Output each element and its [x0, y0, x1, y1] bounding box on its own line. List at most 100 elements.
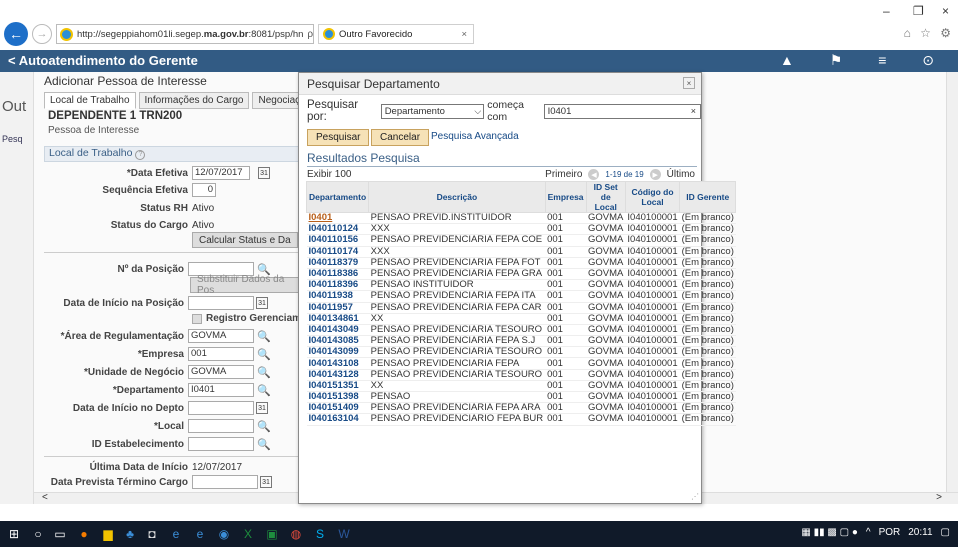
minimize-button[interactable]: – — [883, 4, 890, 18]
scroll-left-icon[interactable]: < — [42, 492, 48, 503]
clock[interactable]: 20:11 — [908, 527, 932, 538]
col-id-set-local[interactable]: ID Set de Local — [585, 181, 626, 213]
col-codigo-local[interactable]: Código do Local — [624, 181, 681, 213]
help-icon[interactable]: ? — [135, 150, 146, 160]
tray-icons[interactable]: ▦ ▮▮ ▩ ▢ ● — [801, 527, 858, 538]
search-button[interactable]: Pesquisar — [307, 129, 370, 146]
table-row[interactable]: I040143128 PENSAO PREVIDENCIARIA TESOURO 0… — [306, 369, 736, 381]
table-row[interactable]: I040118379 PENSAO PREVIDENCIARIA FEPA FOT… — [306, 257, 736, 269]
search-icon[interactable]: ○ — [30, 526, 46, 542]
next-page-icon[interactable]: ▶ — [649, 169, 661, 180]
table-row[interactable]: I04011957 PENSAO PREVIDENCIARIA FEPA CAR 0… — [306, 302, 736, 314]
cell-departamento[interactable]: I040118396 — [306, 279, 369, 292]
registro-checkbox[interactable] — [192, 313, 202, 324]
cell-departamento[interactable]: I040118379 — [306, 257, 369, 269]
word-icon[interactable]: W — [336, 526, 352, 542]
cell-departamento[interactable]: I040134861 — [306, 313, 369, 325]
pager-first[interactable]: Primeiro — [545, 169, 582, 180]
scroll-right-icon[interactable]: > — [936, 492, 942, 503]
file-explorer-icon[interactable]: ▆ — [100, 526, 116, 542]
local-input[interactable] — [188, 419, 254, 433]
resize-grip-icon[interactable]: ⋰ — [691, 492, 699, 501]
search-input[interactable]: I0401 × — [543, 103, 701, 119]
vertical-scrollbar[interactable] — [946, 72, 958, 504]
lookup-icon[interactable]: 🔍 — [257, 330, 271, 343]
excel-icon[interactable]: X — [240, 526, 256, 542]
language-indicator[interactable]: POR — [879, 527, 901, 538]
notifications-icon[interactable]: ▢ — [941, 527, 950, 538]
table-row[interactable]: I040110174 XXX 001 GOVMA I040100001 (Em branc… — [306, 246, 736, 258]
cell-departamento[interactable]: I040151409 — [306, 402, 369, 415]
cancel-button[interactable]: Cancelar — [371, 129, 430, 146]
back-arrow-icon[interactable]: ← — [4, 22, 28, 46]
cell-departamento[interactable]: I040143108 — [306, 357, 369, 370]
forward-arrow-icon[interactable]: → — [32, 24, 52, 44]
calendar-icon[interactable]: 31 — [256, 297, 268, 309]
cell-departamento[interactable]: I040151398 — [306, 391, 369, 404]
header-icons[interactable]: ▲ ⚑ ≡ ⊙ — [780, 52, 950, 69]
calc-status-button[interactable]: Calcular Status e Da — [192, 232, 298, 248]
lookup-icon[interactable]: 🔍 — [257, 438, 271, 451]
table-row[interactable]: I040143085 PENSAO PREVIDENCIARIA FEPA S.J… — [306, 335, 736, 348]
cell-departamento[interactable]: I040143099 — [306, 346, 369, 359]
toolbar-icons[interactable]: ⌂ ☆ ⚙ — [904, 26, 954, 40]
edge-icon[interactable]: e — [192, 526, 208, 542]
col-departamento[interactable]: Departamento — [305, 181, 370, 213]
prevista-input[interactable] — [192, 475, 258, 489]
close-window-button[interactable]: × — [942, 4, 949, 18]
col-empresa[interactable]: Empresa — [544, 181, 587, 213]
cell-departamento[interactable]: I04011957 — [306, 302, 369, 314]
modal-close-icon[interactable]: × — [683, 77, 695, 89]
ie-taskbar-icon[interactable]: e — [168, 526, 184, 542]
departamento-input[interactable]: I0401 — [188, 383, 254, 397]
lookup-icon[interactable]: 🔍 — [257, 384, 271, 397]
table-row[interactable]: I040143099 PENSAO PREVIDENCIARIA TESOURO 0… — [306, 346, 736, 359]
sequencia-input[interactable]: 0 — [192, 183, 216, 197]
tab-close-icon[interactable]: × — [461, 29, 467, 40]
table-row[interactable]: I040110156 PENSAO PREVIDENCIARIA FEPA COE… — [306, 234, 736, 247]
windows-start-icon[interactable]: ⊞ — [6, 526, 22, 542]
unidade-input[interactable]: GOVMA — [188, 365, 254, 379]
substituir-button[interactable]: Substituir Dados da Pos — [190, 274, 300, 296]
cell-departamento[interactable]: I040151351 — [306, 380, 369, 393]
tab-info-cargo[interactable]: Informações do Cargo — [138, 92, 250, 109]
advanced-search-link[interactable]: Pesquisa Avançada — [431, 131, 519, 142]
left-panel-link[interactable]: Pesq — [2, 134, 23, 144]
cell-departamento[interactable]: I040143128 — [306, 369, 369, 381]
back-chevron-icon[interactable]: < — [8, 53, 16, 68]
tab-local-trabalho[interactable]: Local de Trabalho — [44, 92, 136, 109]
cell-departamento[interactable]: I04011938 — [306, 290, 369, 303]
inicio-depto-input[interactable] — [188, 401, 254, 415]
pager-last[interactable]: Último — [667, 169, 695, 180]
people-icon[interactable]: ♣ — [122, 526, 138, 542]
cell-departamento[interactable]: I040110124 — [306, 223, 369, 236]
address-tools-icon[interactable]: ρ ▾ Ċ — [303, 29, 313, 40]
col-id-gerente[interactable]: ID Gerente — [679, 181, 737, 213]
estabelecimento-input[interactable] — [188, 437, 254, 451]
skype-icon[interactable]: S — [312, 526, 328, 542]
table-row[interactable]: I040143049 PENSAO PREVIDENCIARIA TESOURO 0… — [306, 324, 736, 337]
table-row[interactable]: I040110124 XXX 001 GOVMA I040100001 (Em branc… — [306, 223, 736, 236]
cell-departamento[interactable]: I0401 — [306, 212, 369, 225]
table-row[interactable]: I040118386 PENSAO PREVIDENCIARIA FEPA GRA… — [306, 268, 736, 281]
clear-icon[interactable]: × — [691, 106, 696, 116]
table-row[interactable]: I0401 PENSAO PREVID.INSTITUIDOR 001 GOVMA I0… — [306, 212, 736, 225]
table-row[interactable]: I040151409 PENSAO PREVIDENCIARIA FEPA ARA… — [306, 402, 736, 415]
chrome-icon[interactable]: ◍ — [288, 526, 304, 542]
cell-departamento[interactable]: I040163104 — [306, 413, 369, 426]
cell-departamento[interactable]: I040143085 — [306, 335, 369, 348]
cell-departamento[interactable]: I040110156 — [306, 234, 369, 247]
lookup-icon[interactable]: 🔍 — [257, 348, 271, 361]
col-descricao[interactable]: Descrição — [368, 181, 546, 213]
table-row[interactable]: I040143108 PENSAO PREVIDENCIARIA FEPA 001 G… — [306, 357, 736, 370]
prev-page-icon[interactable]: ◀ — [588, 169, 600, 180]
table-row[interactable]: I040163104 PENSAO PREVIDENCIARIO FEPA BUR… — [306, 413, 736, 426]
inicio-posicao-input[interactable] — [188, 296, 254, 310]
calendar-icon[interactable]: 31 — [260, 476, 272, 488]
cell-departamento[interactable]: I040118386 — [306, 268, 369, 281]
app-icon[interactable]: ◉ — [216, 526, 232, 542]
browser-tab[interactable]: Outro Favorecido × — [318, 24, 474, 44]
task-view-icon[interactable]: ▭ — [52, 526, 68, 542]
data-efetiva-input[interactable]: 12/07/2017 — [192, 166, 250, 180]
firefox-icon[interactable]: ● — [76, 526, 92, 542]
